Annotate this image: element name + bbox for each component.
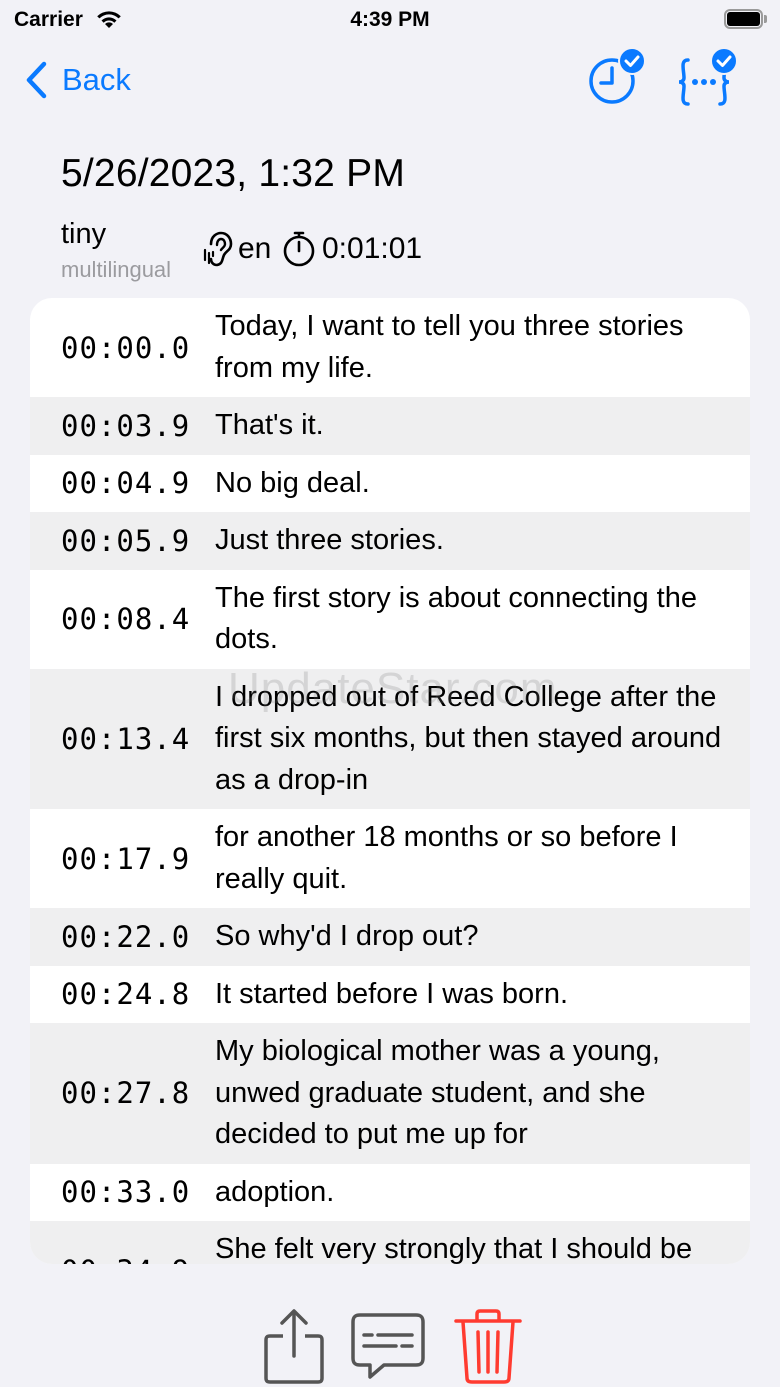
language-code: en (238, 232, 272, 265)
status-bar: Carrier 4:39 PM (0, 0, 780, 40)
segment-text: Just three stories. (215, 524, 444, 556)
back-label: Back (62, 62, 131, 97)
language-indicator: en (202, 230, 271, 268)
segment-text: It started before I was born. (215, 977, 569, 1010)
battery-icon (724, 9, 768, 29)
segment-time: 00:22.0 (61, 919, 191, 954)
segments-icon[interactable] (674, 48, 738, 108)
list-item[interactable]: 00:17.9 for another 18 months or so befo… (30, 809, 750, 908)
list-item[interactable]: 00:04.9 No big deal. (30, 455, 750, 513)
page-title: 5/26/2023, 1:32 PM (61, 152, 406, 195)
list-item[interactable]: 00:00.0 Today, I want to tell you three … (30, 298, 750, 397)
segment-text: Today, I want to tell you three stories … (215, 310, 684, 384)
segment-text: That's it. (215, 409, 324, 441)
subtitles-icon[interactable] (350, 1306, 426, 1386)
segment-text: So why'd I drop out? (215, 920, 479, 952)
segment-time: 00:34.9 (30, 1254, 215, 1265)
segment-time: 00:27.8 (61, 1076, 191, 1111)
segment-time: 00:33.0 (61, 1175, 191, 1210)
share-icon[interactable] (256, 1306, 332, 1386)
ear-icon (203, 231, 233, 267)
transcript-list[interactable]: 00:00.0 Today, I want to tell you three … (30, 298, 750, 1264)
trash-icon[interactable] (450, 1306, 526, 1386)
segment-text: for another 18 months or so before I rea… (215, 821, 678, 895)
list-item[interactable]: 00:22.0 So why'd I drop out? (30, 908, 750, 966)
segment-time: 00:17.9 (61, 841, 191, 876)
list-item[interactable]: 00:34.9 She felt very strongly that I sh… (30, 1221, 750, 1264)
duration-value: 0:01:01 (322, 232, 423, 265)
segment-text: She felt very strongly that I should be … (215, 1233, 693, 1264)
segment-text: My biological mother was a young, unwed … (215, 1035, 660, 1150)
list-item[interactable]: 00:03.9 That's it. (30, 397, 750, 455)
back-button[interactable]: Back (22, 58, 131, 102)
segment-time: 00:00.0 (61, 330, 191, 365)
list-item[interactable]: 00:05.9 Just three stories. (30, 512, 750, 570)
duration-indicator: 0:01:01 (282, 230, 422, 268)
chevron-left-icon (26, 61, 47, 99)
status-time: 4:39 PM (350, 8, 430, 31)
segment-time: 00:04.9 (61, 466, 191, 501)
segment-time: 00:03.9 (61, 408, 191, 443)
segment-time: 00:24.8 (61, 977, 191, 1012)
timer-icon (283, 231, 315, 267)
segment-time: 00:05.9 (61, 523, 191, 558)
model-name: tiny (61, 218, 107, 250)
model-variant: multilingual (61, 257, 172, 282)
segment-text: No big deal. (215, 466, 370, 499)
list-item[interactable]: 00:27.8 My biological mother was a young… (30, 1023, 750, 1164)
list-item[interactable]: 00:24.8 It started before I was born. (30, 966, 750, 1024)
list-item[interactable]: 00:08.4 The first story is about connect… (30, 570, 750, 669)
segment-time: 00:08.4 (61, 602, 191, 636)
list-item[interactable]: 00:13.4 I dropped out of Reed College af… (30, 668, 750, 809)
segment-text: The first story is about connecting the … (215, 581, 697, 656)
list-item[interactable]: 00:33.0 adoption. (30, 1164, 750, 1222)
segment-text: I dropped out of Reed College after the … (215, 680, 722, 796)
timestamps-icon[interactable] (584, 48, 648, 108)
segment-time: 00:13.4 (61, 721, 191, 756)
segment-text: adoption. (215, 1175, 335, 1208)
